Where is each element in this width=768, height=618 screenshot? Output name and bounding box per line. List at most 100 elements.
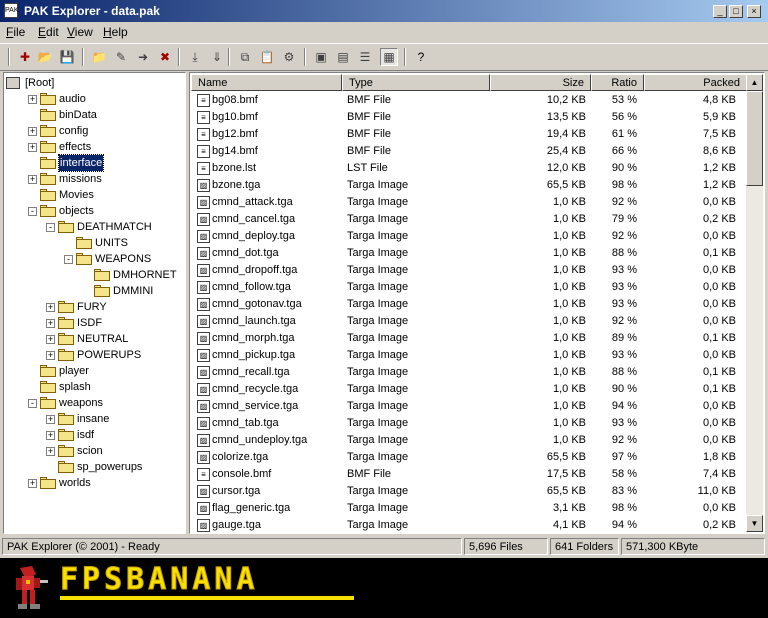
tree-node-insane[interactable]: + insane: [4, 411, 185, 427]
expand-icon[interactable]: +: [46, 303, 55, 312]
file-row[interactable]: ▨ cmnd_cancel.tga Targa Image 1,0 KB 79 % 0,2…: [191, 211, 746, 228]
small-icons-view-icon[interactable]: ▤: [334, 48, 352, 66]
file-row[interactable]: ≡ bg12.bmf BMF File 19,4 KB 61 % 7,5 KB: [191, 126, 746, 143]
tree-node-isdf[interactable]: + ISDF: [4, 315, 185, 331]
file-list[interactable]: Name Type Size Ratio Packed ≡ bg08.bmf BMF…: [189, 72, 765, 534]
file-row[interactable]: ▨ gauge.tga Targa Image 4,1 KB 94 % 0,2 KB: [191, 517, 746, 533]
properties-icon[interactable]: ⚙: [280, 48, 298, 66]
file-row[interactable]: ≡ bzone.lst LST File 12,0 KB 90 % 1,2 KB: [191, 160, 746, 177]
tree-node-audio[interactable]: + audio: [4, 91, 185, 107]
file-row[interactable]: ▨ cmnd_tab.tga Targa Image 1,0 KB 93 % 0,0 KB: [191, 415, 746, 432]
tree-node-root[interactable]: -[Root]: [4, 75, 185, 91]
delete-icon[interactable]: ✖: [156, 48, 174, 66]
file-row[interactable]: ≡ bg10.bmf BMF File 13,5 KB 56 % 5,9 KB: [191, 109, 746, 126]
details-view-icon[interactable]: ▦: [380, 48, 398, 66]
title-bar[interactable]: PAK PAK Explorer - data.pak _ □ ×: [0, 0, 768, 22]
expand-icon[interactable]: +: [28, 143, 37, 152]
file-row[interactable]: ≡ bg08.bmf BMF File 10,2 KB 53 % 4,8 KB: [191, 92, 746, 109]
new-pak-icon[interactable]: ✚: [16, 48, 34, 66]
file-row[interactable]: ▨ cursor.tga Targa Image 65,5 KB 83 % 11,0 KB: [191, 483, 746, 500]
paste-icon[interactable]: 📋: [258, 48, 276, 66]
tree-node-neutral[interactable]: + NEUTRAL: [4, 331, 185, 347]
tree-node-missions[interactable]: + missions: [4, 171, 185, 187]
tree-node-scion[interactable]: + scion: [4, 443, 185, 459]
collapse-icon[interactable]: -: [64, 255, 73, 264]
tree-node-deathmatch[interactable]: - DEATHMATCH: [4, 219, 185, 235]
save-icon[interactable]: 💾: [58, 48, 76, 66]
expand-icon[interactable]: +: [28, 95, 37, 104]
list-view-icon[interactable]: ☰: [356, 48, 374, 66]
expand-icon[interactable]: +: [46, 415, 55, 424]
tree-node-objects[interactable]: - objects: [4, 203, 185, 219]
menu-help[interactable]: Help: [103, 25, 128, 39]
maximize-button[interactable]: □: [729, 5, 743, 18]
tree-node-worlds[interactable]: + worlds: [4, 475, 185, 491]
expand-icon[interactable]: +: [46, 319, 55, 328]
tree-node-movies[interactable]: Movies: [4, 187, 185, 203]
column-size[interactable]: Size: [490, 74, 591, 91]
menu-edit[interactable]: Edit: [38, 25, 59, 39]
close-button[interactable]: ×: [747, 5, 761, 18]
file-row[interactable]: ▨ cmnd_pickup.tga Targa Image 1,0 KB 93 % 0,0…: [191, 347, 746, 364]
collapse-icon[interactable]: -: [28, 207, 37, 216]
tree-node-isdf[interactable]: + isdf: [4, 427, 185, 443]
expand-icon[interactable]: +: [46, 335, 55, 344]
file-row[interactable]: ▨ cmnd_deploy.tga Targa Image 1,0 KB 92 % 0,0…: [191, 228, 746, 245]
expand-icon[interactable]: +: [28, 127, 37, 136]
vertical-scrollbar[interactable]: ▲ ▼: [746, 74, 763, 532]
column-type[interactable]: Type: [342, 74, 490, 91]
expand-icon[interactable]: +: [46, 447, 55, 456]
tree-node-interface[interactable]: interface: [4, 154, 185, 172]
column-name[interactable]: Name: [191, 74, 342, 91]
menu-file[interactable]: File: [6, 25, 25, 39]
open-icon[interactable]: 📂: [36, 48, 54, 66]
move-icon[interactable]: ➜: [134, 48, 152, 66]
file-row[interactable]: ▨ cmnd_attack.tga Targa Image 1,0 KB 92 % 0,0…: [191, 194, 746, 211]
file-row[interactable]: ▨ cmnd_recycle.tga Targa Image 1,0 KB 90 % 0,…: [191, 381, 746, 398]
new-folder-icon[interactable]: 📁: [90, 48, 108, 66]
column-ratio[interactable]: Ratio: [591, 74, 644, 91]
app-icon[interactable]: PAK: [4, 3, 19, 18]
tree-node-weapons[interactable]: - WEAPONS: [4, 251, 185, 267]
rename-icon[interactable]: ✎: [112, 48, 130, 66]
collapse-icon[interactable]: -: [28, 399, 37, 408]
file-row[interactable]: ▨ cmnd_morph.tga Targa Image 1,0 KB 89 % 0,1 …: [191, 330, 746, 347]
file-row[interactable]: ≡ console.bmf BMF File 17,5 KB 58 % 7,4 KB: [191, 466, 746, 483]
folder-tree[interactable]: -[Root]+audiobinData+config+effectsinter…: [3, 72, 186, 534]
tree-node-powerups[interactable]: + POWERUPS: [4, 347, 185, 363]
file-row[interactable]: ▨ cmnd_dot.tga Targa Image 1,0 KB 88 % 0,1 KB: [191, 245, 746, 262]
extract-all-icon[interactable]: ⇓: [208, 48, 226, 66]
tree-node-units[interactable]: UNITS: [4, 235, 185, 251]
tree-node-effects[interactable]: + effects: [4, 139, 185, 155]
file-row[interactable]: ▨ cmnd_dropoff.tga Targa Image 1,0 KB 93 % 0,…: [191, 262, 746, 279]
copy-icon[interactable]: ⧉: [236, 48, 254, 66]
tree-node-bindata[interactable]: binData: [4, 107, 185, 123]
file-row[interactable]: ▨ bzone.tga Targa Image 65,5 KB 98 % 1,2 KB: [191, 177, 746, 194]
scroll-thumb[interactable]: [746, 91, 763, 186]
menu-view[interactable]: View: [67, 25, 93, 39]
file-row[interactable]: ▨ cmnd_undeploy.tga Targa Image 1,0 KB 92 % 0…: [191, 432, 746, 449]
expand-icon[interactable]: +: [46, 351, 55, 360]
tree-node-dmmini[interactable]: DMMINI: [4, 283, 185, 299]
expand-icon[interactable]: +: [28, 175, 37, 184]
help-icon[interactable]: ?: [412, 48, 430, 66]
file-row[interactable]: ▨ cmnd_launch.tga Targa Image 1,0 KB 92 % 0,0…: [191, 313, 746, 330]
tree-node-weapons[interactable]: - weapons: [4, 395, 185, 411]
file-row[interactable]: ≡ bg14.bmf BMF File 25,4 KB 66 % 8,6 KB: [191, 143, 746, 160]
file-row[interactable]: ▨ cmnd_recall.tga Targa Image 1,0 KB 88 % 0,1…: [191, 364, 746, 381]
expand-icon[interactable]: +: [28, 479, 37, 488]
tree-node-sp-powerups[interactable]: sp_powerups: [4, 459, 185, 475]
column-packed[interactable]: Packed: [644, 74, 747, 91]
scroll-up-button[interactable]: ▲: [746, 74, 763, 91]
file-row[interactable]: ▨ flag_generic.tga Targa Image 3,1 KB 98 % 0,…: [191, 500, 746, 517]
scroll-down-button[interactable]: ▼: [746, 515, 763, 532]
large-icons-view-icon[interactable]: ▣: [312, 48, 330, 66]
file-row[interactable]: ▨ cmnd_gotonav.tga Targa Image 1,0 KB 93 % 0,…: [191, 296, 746, 313]
expand-icon[interactable]: +: [46, 431, 55, 440]
collapse-icon[interactable]: -: [46, 223, 55, 232]
tree-node-config[interactable]: + config: [4, 123, 185, 139]
tree-node-fury[interactable]: + FURY: [4, 299, 185, 315]
minimize-button[interactable]: _: [713, 5, 727, 18]
file-row[interactable]: ▨ cmnd_follow.tga Targa Image 1,0 KB 93 % 0,0…: [191, 279, 746, 296]
tree-node-splash[interactable]: splash: [4, 379, 185, 395]
